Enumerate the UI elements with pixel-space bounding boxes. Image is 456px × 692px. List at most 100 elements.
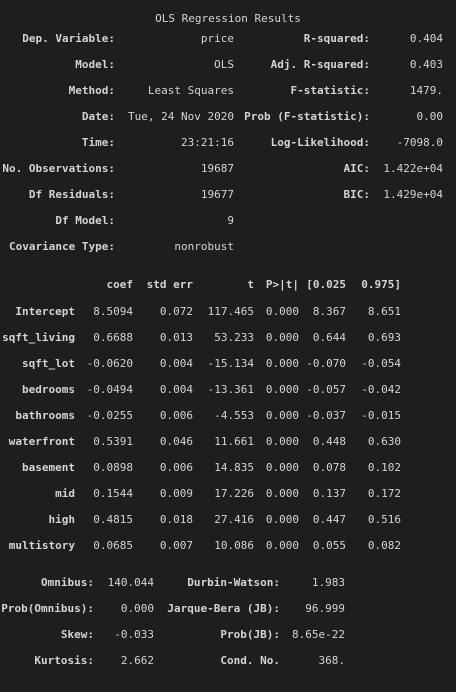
table-cell: 8.5094 [93, 305, 133, 318]
diagnostic-label: Prob(JB): [220, 628, 280, 641]
table-cell: 0.046 [159, 435, 193, 448]
table-cell: 0.018 [159, 513, 193, 526]
summary-value: 19677 [200, 188, 234, 201]
table-row-name: sqft_lot [22, 357, 75, 370]
table-cell: 0.000 [265, 305, 299, 318]
table-cell: 8.367 [312, 305, 346, 318]
table-cell: 11.661 [214, 435, 254, 448]
table-cell: 0.447 [312, 513, 346, 526]
table-cell: 0.000 [265, 435, 299, 448]
table-cell: 0.004 [159, 383, 193, 396]
table-cell: 0.1544 [93, 487, 133, 500]
table-cell: 0.5391 [93, 435, 133, 448]
table-cell: 0.644 [312, 331, 346, 344]
table-cell: 0.000 [265, 461, 299, 474]
table-cell: -0.015 [361, 409, 401, 422]
table-cell: -0.057 [306, 383, 346, 396]
table-row-name: bedrooms [22, 383, 75, 396]
table-cell: 0.055 [312, 539, 346, 552]
table-column-header: coef [106, 278, 134, 291]
diagnostic-label: Prob(Omnibus): [1, 602, 94, 615]
table-cell: 0.013 [159, 331, 193, 344]
table-cell: 0.448 [312, 435, 346, 448]
table-cell: 0.000 [265, 409, 299, 422]
summary-value: 9 [227, 214, 234, 227]
table-cell: 0.000 [265, 513, 299, 526]
table-cell: 0.102 [367, 461, 401, 474]
summary-value: Least Squares [147, 84, 234, 97]
summary-label: No. Observations: [2, 162, 115, 175]
table-row-name: waterfront [8, 435, 75, 448]
table-cell: -4.553 [214, 409, 254, 422]
table-cell: -15.134 [207, 357, 254, 370]
diagnostic-label: Jarque-Bera (JB): [167, 602, 280, 615]
table-cell: 0.137 [312, 487, 346, 500]
summary-value: 0.404 [409, 32, 443, 45]
table-cell: 0.0685 [93, 539, 133, 552]
table-cell: -0.037 [306, 409, 346, 422]
diagnostic-value: 2.662 [120, 654, 154, 667]
diagnostic-value: 96.999 [305, 602, 345, 615]
table-cell: 0.000 [265, 383, 299, 396]
diagnostic-label: Durbin-Watson: [187, 576, 280, 589]
table-cell: 0.082 [367, 539, 401, 552]
table-cell: 0.516 [367, 513, 401, 526]
summary-value: 1.422e+04 [383, 162, 443, 175]
table-column-header: std err [146, 278, 193, 291]
summary-label: Dep. Variable: [22, 32, 115, 45]
summary-value: nonrobust [174, 240, 234, 253]
summary-label: AIC: [343, 162, 371, 175]
summary-value: Tue, 24 Nov 2020 [128, 110, 234, 123]
table-column-header: [0.025 [306, 278, 346, 291]
summary-value: 0.403 [409, 58, 443, 71]
diagnostic-value: 140.044 [107, 576, 154, 589]
table-cell: -13.361 [207, 383, 254, 396]
table-cell: 0.006 [159, 461, 193, 474]
diagnostic-label: Omnibus: [41, 576, 94, 589]
summary-label: Df Model: [55, 214, 115, 227]
summary-value: -7098.0 [396, 136, 443, 149]
summary-value: 0.00 [416, 110, 444, 123]
table-cell: -0.0620 [86, 357, 133, 370]
table-cell: 0.009 [159, 487, 193, 500]
diagnostic-label: Kurtosis: [34, 654, 94, 667]
table-cell: 0.004 [159, 357, 193, 370]
diagnostic-label: Cond. No. [220, 654, 280, 667]
table-cell: 8.651 [367, 305, 401, 318]
summary-label: Date: [81, 110, 115, 123]
summary-label: Df Residuals: [28, 188, 115, 201]
summary-label: Adj. R-squared: [270, 58, 370, 71]
table-column-header: t [247, 278, 254, 291]
summary-value: price [200, 32, 234, 45]
table-cell: 17.226 [214, 487, 254, 500]
table-row-name: Intercept [15, 305, 75, 318]
diagnostic-value: 8.65e-22 [292, 628, 345, 641]
table-cell: 0.072 [159, 305, 193, 318]
table-cell: 0.000 [265, 487, 299, 500]
table-cell: -0.070 [306, 357, 346, 370]
diagnostic-value: 368. [318, 654, 346, 667]
summary-label: Covariance Type: [9, 240, 115, 253]
diagnostic-value: 1.983 [311, 576, 345, 589]
summary-value: 1.429e+04 [383, 188, 443, 201]
table-cell: 0.006 [159, 409, 193, 422]
table-cell: 0.0898 [93, 461, 133, 474]
table-cell: 0.000 [265, 331, 299, 344]
table-cell: 0.000 [265, 539, 299, 552]
table-row-name: sqft_living [2, 331, 75, 344]
summary-label: Log-Likelihood: [270, 136, 370, 149]
diagnostic-value: -0.033 [114, 628, 154, 641]
table-cell: 0.4815 [93, 513, 133, 526]
table-column-header: 0.975] [361, 278, 401, 291]
table-cell: 53.233 [214, 331, 254, 344]
summary-label: Time: [81, 136, 115, 149]
summary-value: 23:21:16 [181, 136, 234, 149]
table-cell: 14.835 [214, 461, 254, 474]
summary-value: 1479. [409, 84, 443, 97]
summary-value: OLS [214, 58, 234, 71]
table-cell: -0.042 [361, 383, 401, 396]
table-cell: -0.0255 [86, 409, 133, 422]
summary-label: F-statistic: [290, 84, 370, 97]
table-row-name: mid [55, 487, 75, 500]
results-title: OLS Regression Results [155, 12, 301, 25]
